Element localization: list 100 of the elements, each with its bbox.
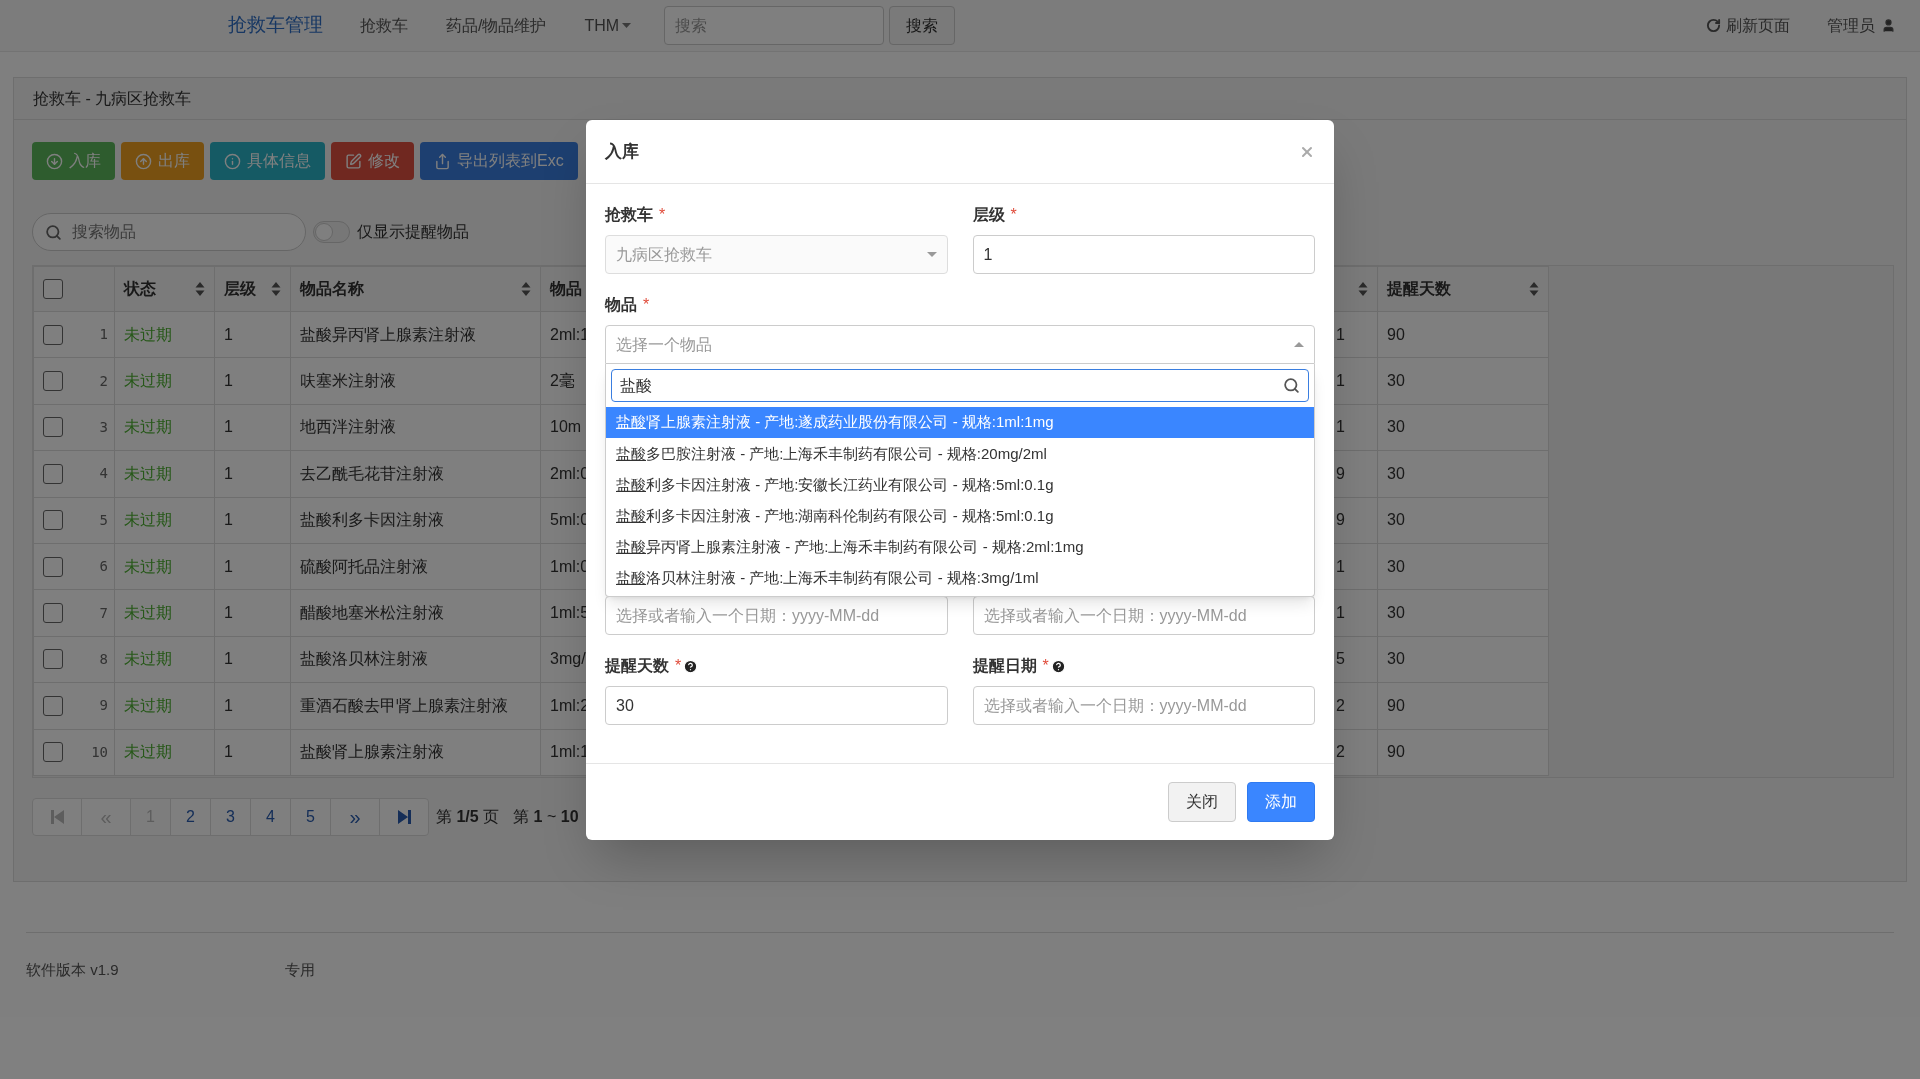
table-cell: 1 xyxy=(224,650,233,668)
table-cell: 1 xyxy=(224,418,233,436)
text-field[interactable]: 30 xyxy=(605,686,948,725)
help-icon[interactable] xyxy=(683,658,699,674)
brand-title[interactable]: 抢救车管理 xyxy=(228,11,323,40)
first-page-icon xyxy=(50,810,64,824)
table-cell: 2ml:1 xyxy=(550,325,590,343)
table-cell: 1 xyxy=(1336,557,1345,575)
toolbar-button[interactable]: 修改 xyxy=(331,142,414,180)
table-cell: 30 xyxy=(1387,464,1405,482)
search-button[interactable]: 搜索 xyxy=(889,6,956,45)
page-button[interactable]: 3 xyxy=(211,799,251,835)
dropdown-option[interactable]: 盐酸洛贝林注射液 - 产地:上海禾丰制药有限公司 - 规格:3mg/1ml xyxy=(606,562,1314,595)
row-number: 4 xyxy=(99,464,108,484)
toolbar-button[interactable]: 具体信息 xyxy=(210,142,325,180)
checkbox[interactable] xyxy=(43,371,63,392)
checkbox[interactable] xyxy=(43,742,63,763)
edit-icon xyxy=(345,152,362,170)
table-cell: 90 xyxy=(1387,325,1405,343)
column-header[interactable]: 物品名称 xyxy=(300,277,364,301)
caret-icon xyxy=(1294,342,1304,347)
required-mark: * xyxy=(659,205,666,225)
date-field[interactable]: 选择或者输入一个日期：yyyy-MM-dd xyxy=(972,596,1315,635)
dialog-button[interactable]: 关闭 xyxy=(1168,782,1236,822)
table-cell: 1ml:1 xyxy=(550,743,590,761)
required-mark: * xyxy=(675,656,682,676)
item-search-field[interactable]: 搜索物品 xyxy=(32,213,306,251)
page-button[interactable]: 4 xyxy=(251,799,291,835)
dialog-button[interactable]: 添加 xyxy=(1247,782,1315,822)
caret-icon xyxy=(622,23,632,28)
table-cell: 9 xyxy=(1336,511,1345,529)
circle-arrow-up-icon xyxy=(135,152,152,170)
checkbox[interactable] xyxy=(43,695,63,716)
checkbox[interactable] xyxy=(43,279,63,299)
field-label: 提醒天数 xyxy=(605,656,669,676)
toolbar-button[interactable]: 导出列表到Exc xyxy=(420,142,578,180)
table-cell: 硫酸阿托品注射液 xyxy=(300,557,428,575)
table-cell: 90 xyxy=(1387,696,1405,714)
checkbox[interactable] xyxy=(43,463,63,484)
select-field[interactable]: 选择一个物品 xyxy=(605,325,1315,364)
column-header[interactable]: 状态 xyxy=(124,277,156,301)
table-cell: 1 xyxy=(224,511,233,529)
dropdown-option[interactable]: 盐酸多巴胺注射液 - 产地:上海禾丰制药有限公司 - 规格:20mg/2ml xyxy=(606,438,1314,470)
table-cell: 10m xyxy=(550,418,582,436)
user-menu[interactable]: 管理员 xyxy=(1827,13,1896,38)
toolbar-button[interactable]: 出库 xyxy=(121,142,204,180)
row-number: 9 xyxy=(99,696,108,716)
checkbox[interactable] xyxy=(43,556,63,577)
row-number: 3 xyxy=(99,417,108,437)
table-cell: 呋塞米注射液 xyxy=(300,372,396,390)
table-cell: 9 xyxy=(1336,464,1345,482)
status-text: 未过期 xyxy=(124,418,172,436)
dropdown-option[interactable]: 盐酸利多卡因注射液 - 产地:安徽长江药业有限公司 - 规格:5ml:0.1g xyxy=(606,469,1314,501)
refresh-link[interactable]: 刷新页面 xyxy=(1706,13,1790,38)
table-cell: 地西泮注射液 xyxy=(300,418,396,436)
next-page-button[interactable]: » xyxy=(331,799,380,835)
table-cell: 3mg/ xyxy=(550,650,586,668)
table-cell: 重酒石酸去甲肾上腺素注射液 xyxy=(300,696,508,714)
table-cell: 1 xyxy=(224,372,233,390)
table-cell: 盐酸肾上腺素注射液 xyxy=(300,743,444,761)
nav-link[interactable]: THM xyxy=(584,13,632,38)
text-field[interactable]: 1 xyxy=(972,235,1315,274)
checkbox[interactable] xyxy=(43,510,63,531)
toolbar-button[interactable]: 入库 xyxy=(32,142,115,180)
checkbox[interactable] xyxy=(43,324,63,345)
column-header[interactable]: 物品 xyxy=(550,277,582,301)
status-text: 未过期 xyxy=(124,557,172,575)
dropdown-option[interactable]: 盐酸异丙肾上腺素注射液 - 产地:上海禾丰制药有限公司 - 规格:2ml:1mg xyxy=(606,531,1314,563)
table-cell: 30 xyxy=(1387,372,1405,390)
nav-link[interactable]: 抢救车 xyxy=(360,13,408,38)
table-cell: 30 xyxy=(1387,511,1405,529)
help-icon[interactable] xyxy=(1050,658,1066,674)
status-text: 未过期 xyxy=(124,696,172,714)
toggle-switch[interactable] xyxy=(313,221,350,243)
search-icon xyxy=(45,223,62,241)
table-cell: 2 xyxy=(1336,743,1345,761)
checkbox[interactable] xyxy=(43,649,63,670)
date-field[interactable]: 选择或者输入一个日期：yyyy-MM-dd xyxy=(605,596,948,635)
field-label: 提醒日期 xyxy=(972,656,1037,676)
panel-title: 抢救车 - 九病区抢救车 xyxy=(33,88,192,109)
checkbox[interactable] xyxy=(43,417,63,438)
field-label: 抢救车 xyxy=(605,205,653,225)
column-header[interactable]: 提醒天数 xyxy=(1387,277,1451,301)
dropdown-option[interactable]: 盐酸肾上腺素注射液 - 产地:遂成药业股份有限公司 - 规格:1ml:1mg xyxy=(606,407,1314,439)
checkbox[interactable] xyxy=(43,603,63,624)
status-text: 未过期 xyxy=(124,372,172,390)
dropdown-search-field[interactable]: 盐酸 xyxy=(611,369,1309,402)
table-cell: 1 xyxy=(1336,372,1345,390)
status-text: 未过期 xyxy=(124,511,172,529)
row-number: 10 xyxy=(91,742,108,762)
dropdown-option[interactable]: 盐酸利多卡因注射液 - 产地:湖南科伦制药有限公司 - 规格:5ml:0.1g xyxy=(606,500,1314,532)
refresh-icon xyxy=(1706,18,1721,33)
page-button[interactable]: 5 xyxy=(291,799,331,835)
date-field[interactable]: 选择或者输入一个日期：yyyy-MM-dd xyxy=(972,686,1315,725)
page-button[interactable]: 2 xyxy=(171,799,211,835)
table-cell: 90 xyxy=(1387,743,1405,761)
footer-text: 专用 xyxy=(284,960,315,980)
table-cell: 1 xyxy=(224,604,233,622)
nav-link[interactable]: 药品/物品维护 xyxy=(446,13,547,38)
sort-icon xyxy=(271,281,281,297)
